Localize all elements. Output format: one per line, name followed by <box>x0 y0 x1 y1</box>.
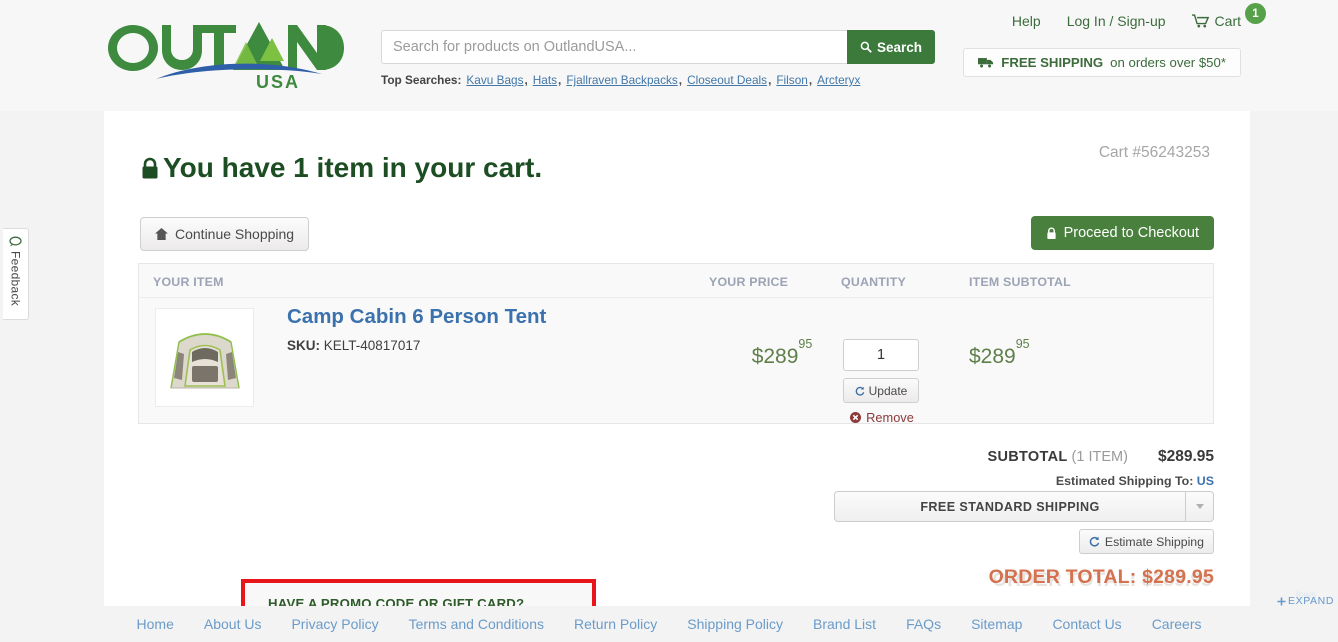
cart-row: Camp Cabin 6 Person Tent SKU: KELT-40817… <box>139 298 1213 425</box>
footer-link-privacy-policy[interactable]: Privacy Policy <box>291 616 378 632</box>
refresh-icon-estimate <box>1089 536 1100 547</box>
top-search-link-filson[interactable]: Filson <box>776 73 807 87</box>
continue-shopping-label: Continue Shopping <box>175 226 295 242</box>
truck-icon <box>978 57 994 68</box>
cart-icon <box>1191 14 1209 28</box>
estimate-shipping-button[interactable]: Estimate Shipping <box>1078 529 1214 554</box>
product-thumbnail[interactable] <box>155 308 254 407</box>
top-search-link-fjallraven-backpacks[interactable]: Fjallraven Backpacks <box>566 73 677 87</box>
proceed-to-checkout-label: Proceed to Checkout <box>1063 225 1199 241</box>
update-quantity-button[interactable]: Update <box>843 378 919 403</box>
search-button-label: Search <box>876 39 923 55</box>
cart-label: Cart <box>1214 13 1241 29</box>
footer-link-contact-us[interactable]: Contact Us <box>1052 616 1121 632</box>
search-area: Search Top Searches:Kavu Bags,Hats,Fjall… <box>381 30 935 87</box>
product-price: $28995 <box>717 337 847 369</box>
top-searches: Top Searches: Kavu Bags, Hats, Fjallraven B… <box>381 73 861 87</box>
estimated-shipping-country[interactable]: US <box>1197 474 1214 488</box>
column-header-item: YOUR ITEM <box>153 275 224 289</box>
proceed-to-checkout-button[interactable]: Proceed to Checkout <box>1030 216 1214 250</box>
lock-icon-checkout <box>1046 227 1057 240</box>
footer-link-about-us[interactable]: About Us <box>204 616 262 632</box>
cart-table-header: YOUR ITEM YOUR PRICE QUANTITY ITEM SUBTO… <box>139 264 1213 298</box>
estimated-shipping-label: Estimated Shipping To: <box>1055 474 1194 488</box>
plus-icon <box>1277 596 1286 606</box>
remove-item-button[interactable]: Remove <box>837 410 927 425</box>
order-total: ORDER TOTAL: $289.95 <box>988 566 1214 588</box>
product-name-link[interactable]: Camp Cabin 6 Person Tent <box>287 305 546 329</box>
utility-nav: Help Log In / Sign-up Cart 1 <box>1012 3 1266 29</box>
continue-shopping-button[interactable]: Continue Shopping <box>140 217 310 251</box>
subtotal-amount: $289.95 <box>1157 448 1214 465</box>
site-footer: Home About Us Privacy Policy Terms and C… <box>0 606 1338 642</box>
product-price-dollars: $289 <box>751 345 799 368</box>
footer-link-careers[interactable]: Careers <box>1152 616 1202 632</box>
search-icon <box>860 41 872 53</box>
remove-circle-icon <box>850 412 862 423</box>
footer-link-faqs[interactable]: FAQs <box>906 616 941 632</box>
product-sku-label: SKU: <box>287 338 320 353</box>
column-header-subtotal: ITEM SUBTOTAL <box>969 275 1071 289</box>
feedback-label: Feedback <box>8 251 23 307</box>
lock-icon <box>140 157 160 180</box>
free-shipping-banner[interactable]: FREE SHIPPING on orders over $50* <box>963 48 1241 77</box>
subtotal-label: SUBTOTAL <box>987 449 1068 465</box>
remove-label: Remove <box>866 410 914 425</box>
column-header-quantity: QUANTITY <box>841 275 906 289</box>
login-signup-link[interactable]: Log In / Sign-up <box>1067 13 1166 29</box>
quantity-input[interactable] <box>843 339 919 371</box>
search-input[interactable] <box>381 30 847 64</box>
chevron-down-icon[interactable] <box>1186 491 1214 522</box>
subtotal-row: SUBTOTAL (1 ITEM) $289.95 <box>988 448 1214 466</box>
product-price-cents: 95 <box>798 337 813 352</box>
help-link[interactable]: Help <box>1012 13 1041 29</box>
page-title: You have 1 item in your cart. <box>140 152 542 184</box>
site-header: USA Search Top Searches:Kavu Bags,Hats <box>0 0 1338 111</box>
home-icon <box>155 228 168 240</box>
product-sku: SKU: KELT-40817017 <box>287 338 420 353</box>
shipping-method-select[interactable]: FREE STANDARD SHIPPING <box>834 491 1214 522</box>
cart-count-badge: 1 <box>1245 3 1266 24</box>
free-shipping-strong: FREE SHIPPING <box>1001 55 1104 70</box>
footer-link-shipping-policy[interactable]: Shipping Policy <box>687 616 783 632</box>
top-search-link-closeout-deals[interactable]: Closeout Deals <box>687 73 767 87</box>
cart-number: Cart #56243253 <box>1098 144 1210 161</box>
site-logo[interactable]: USA <box>104 16 344 90</box>
cart-link[interactable]: Cart 1 <box>1191 3 1266 29</box>
free-shipping-rest: on orders over $50* <box>1110 55 1226 70</box>
svg-text:USA: USA <box>256 72 300 90</box>
footer-link-return-policy[interactable]: Return Policy <box>574 616 657 632</box>
refresh-icon <box>855 386 865 396</box>
subtotal-item-count: (1 ITEM) <box>1071 449 1128 465</box>
product-subtotal: $28995 <box>969 337 1119 369</box>
top-search-link-kavu-bags[interactable]: Kavu Bags <box>466 73 523 87</box>
page-root: USA Search Top Searches:Kavu Bags,Hats <box>0 0 1338 642</box>
update-label: Update <box>868 383 908 398</box>
product-sku-value: KELT-40817017 <box>323 338 421 353</box>
estimate-shipping-label: Estimate Shipping <box>1104 534 1204 549</box>
column-header-price: YOUR PRICE <box>709 275 789 289</box>
feedback-tab[interactable]: Feedback <box>3 228 29 320</box>
cart-panel: You have 1 item in your cart. Cart #5624… <box>104 111 1250 642</box>
page-title-text: You have 1 item in your cart. <box>163 152 543 183</box>
shipping-method-value[interactable]: FREE STANDARD SHIPPING <box>834 491 1186 522</box>
product-subtotal-cents: 95 <box>1015 337 1030 352</box>
footer-link-home[interactable]: Home <box>137 616 174 632</box>
cart-table: YOUR ITEM YOUR PRICE QUANTITY ITEM SUBTO… <box>138 263 1214 425</box>
estimated-shipping-row: Estimated Shipping To: US <box>1056 474 1214 488</box>
footer-link-brand-list[interactable]: Brand List <box>813 616 876 632</box>
footer-link-sitemap[interactable]: Sitemap <box>971 616 1022 632</box>
speech-bubble-icon <box>9 236 22 247</box>
top-search-link-arcteryx[interactable]: Arcteryx <box>817 73 860 87</box>
footer-link-terms-and-conditions[interactable]: Terms and Conditions <box>409 616 544 632</box>
product-subtotal-dollars: $289 <box>969 345 1016 368</box>
top-searches-label: Top Searches: <box>381 73 462 87</box>
top-search-link-hats[interactable]: Hats <box>533 73 557 87</box>
search-button[interactable]: Search <box>847 30 935 64</box>
